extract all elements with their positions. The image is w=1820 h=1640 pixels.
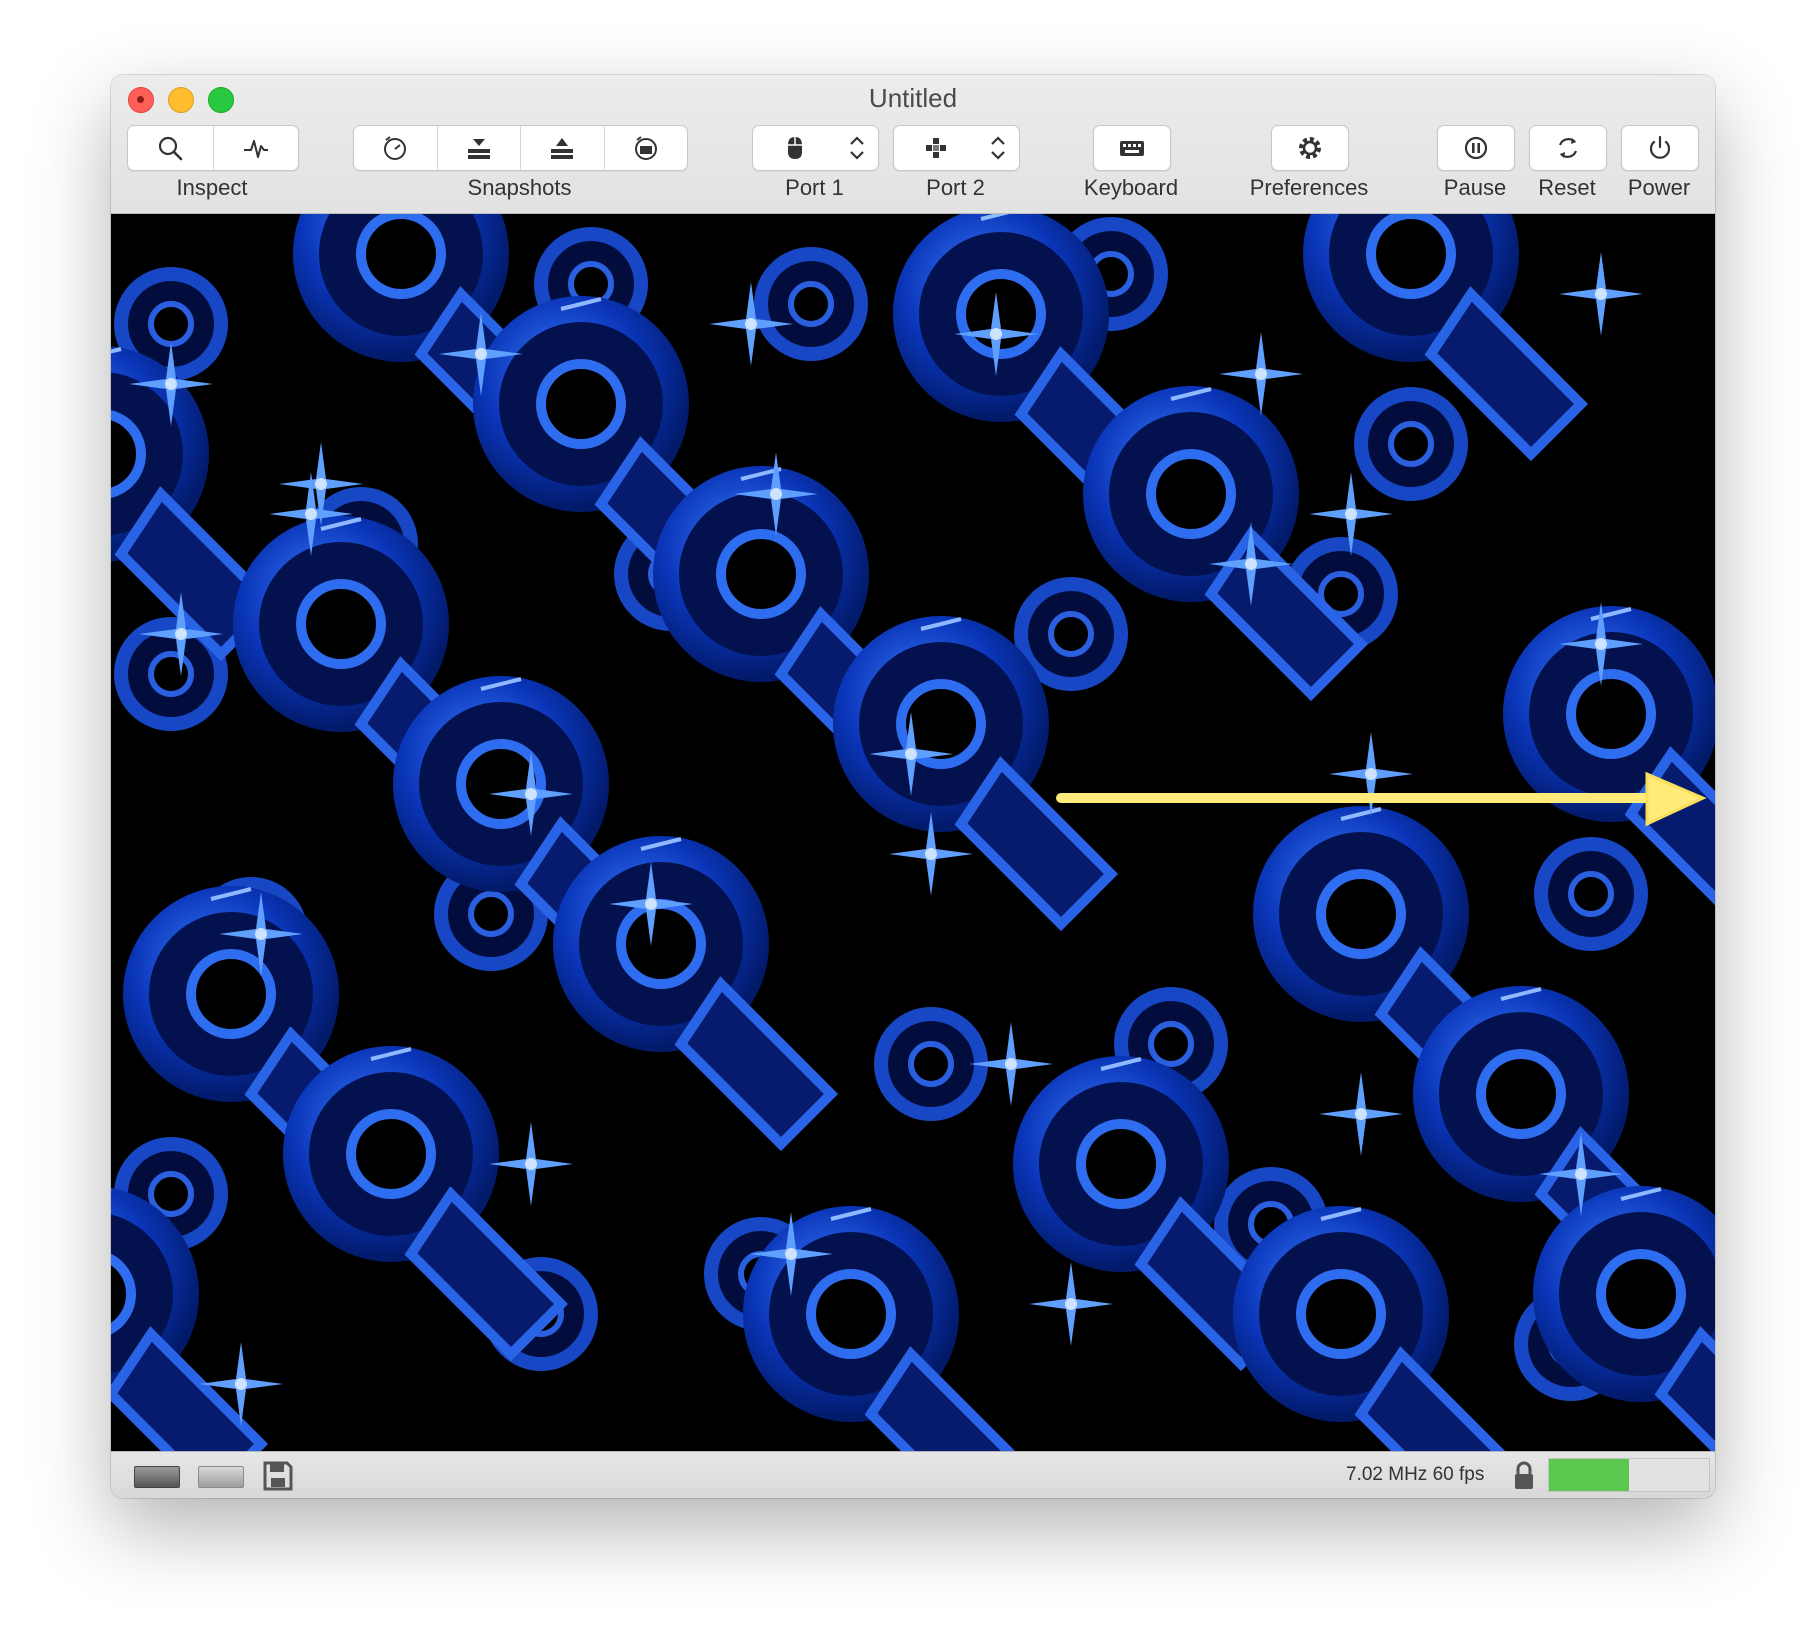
snapshots-label: Snapshots: [467, 175, 572, 200]
port2-device: [894, 126, 977, 170]
snapshot-auto-button[interactable]: [354, 126, 437, 170]
port1-popup[interactable]: [752, 125, 879, 171]
power-seg: [1622, 126, 1698, 170]
title-bar: Untitled Inspect Snapshots Port 1 Port 2…: [111, 75, 1715, 214]
snapshot-timer-icon: [384, 136, 407, 160]
demo-graphics: [111, 214, 1715, 1451]
pause-button[interactable]: [1437, 125, 1515, 171]
port1-label: Port 1: [785, 175, 844, 200]
speed-readout: 7.02 MHz 60 fps: [1346, 1464, 1485, 1485]
port2-label: Port 2: [926, 175, 985, 200]
disk-icon[interactable]: [262, 1460, 294, 1492]
snapshot-restore-button[interactable]: [520, 126, 604, 170]
emulator-window: Untitled Inspect Snapshots Port 1 Port 2…: [111, 75, 1715, 1498]
monitor-button[interactable]: [212, 126, 299, 170]
port2-chevron: [977, 126, 1019, 170]
pause-label: Pause: [1443, 175, 1507, 200]
keyboard-seg: [1094, 126, 1170, 170]
snapshot-take-icon: [467, 139, 490, 159]
keyboard-icon: [1120, 141, 1144, 156]
reset-icon: [1558, 138, 1578, 158]
up-down-chevron-icon: [850, 136, 864, 160]
gear-icon: [1299, 137, 1321, 159]
up-down-chevron-icon: [991, 136, 1005, 160]
keyboard-button[interactable]: [1093, 125, 1171, 171]
preferences-seg: [1272, 126, 1348, 170]
power-button[interactable]: [1621, 125, 1699, 171]
reset-button[interactable]: [1529, 125, 1607, 171]
snapshot-browse-icon: [634, 136, 657, 160]
joystick-icon: [925, 138, 946, 158]
reset-seg: [1530, 126, 1606, 170]
power-label: Power: [1627, 175, 1691, 200]
pause-icon: [1464, 136, 1488, 160]
lock-icon[interactable]: [1512, 1461, 1536, 1491]
snapshot-browse-button[interactable]: [603, 126, 688, 170]
port1-device: [753, 126, 836, 170]
reset-label: Reset: [1538, 175, 1596, 200]
power-icon: [1649, 135, 1671, 159]
port2-popup[interactable]: [893, 125, 1020, 171]
snapshot-restore-icon: [551, 138, 574, 159]
inspect-label: Inspect: [176, 175, 248, 200]
preferences-label: Preferences: [1249, 175, 1369, 200]
speed-gauge-fill: [1549, 1459, 1629, 1491]
keyboard-label: Keyboard: [1083, 175, 1179, 200]
port1-chevron: [836, 126, 878, 170]
emulator-screen[interactable]: [111, 214, 1715, 1451]
waveform-icon: [243, 140, 268, 158]
drive9-icon[interactable]: [198, 1466, 244, 1488]
speed-gauge: [1548, 1458, 1710, 1492]
preferences-button[interactable]: [1271, 125, 1349, 171]
snapshot-take-button[interactable]: [436, 126, 521, 170]
drive8-icon[interactable]: [134, 1466, 180, 1488]
mouse-icon: [787, 137, 802, 159]
magnifier-icon: [159, 136, 183, 161]
inspect-button[interactable]: [128, 126, 213, 170]
snapshots-group: [353, 125, 688, 171]
window-title: Untitled: [868, 83, 958, 113]
inspect-group: [127, 125, 299, 171]
pause-seg: [1438, 126, 1514, 170]
status-bar: 7.02 MHz 60 fps: [111, 1451, 1715, 1498]
